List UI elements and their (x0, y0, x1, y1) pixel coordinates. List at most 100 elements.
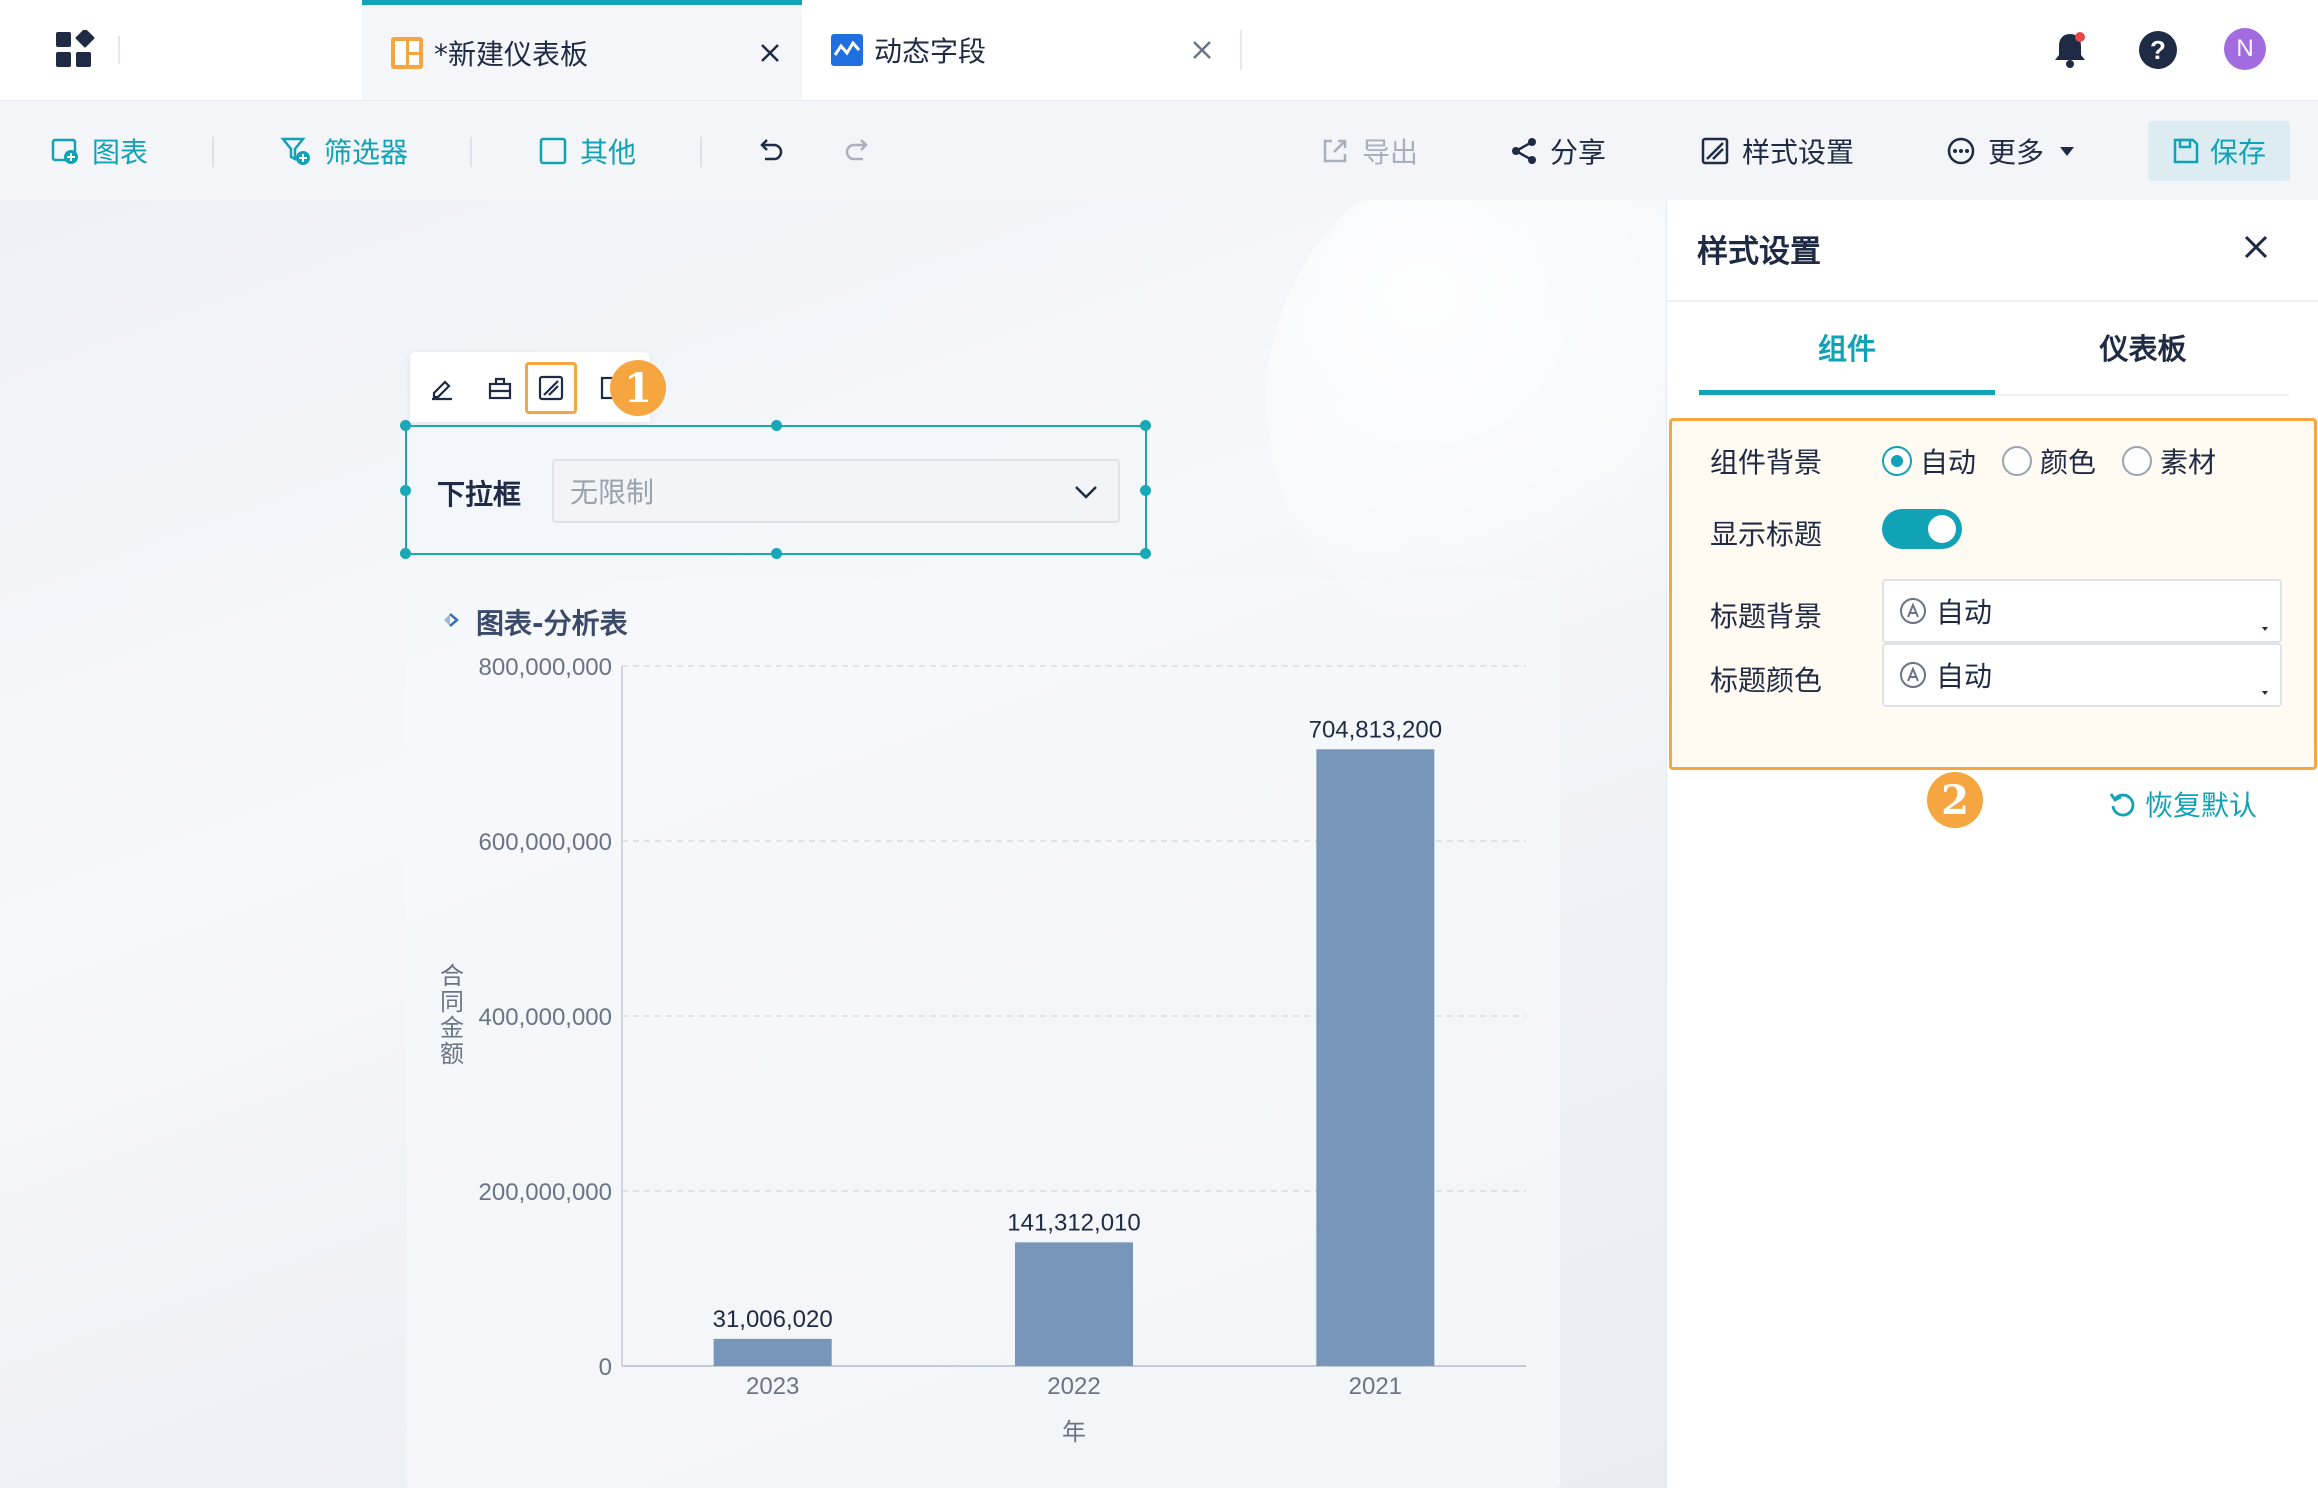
tab-label: *新建仪表板 (434, 37, 589, 71)
tab-dashboard[interactable]: 仪表板 (1995, 326, 2291, 368)
more-button[interactable]: 更多 (1946, 101, 2076, 201)
help-icon[interactable]: ? (2136, 28, 2180, 72)
dashboard-icon (391, 36, 423, 69)
x-axis-title: 年 (1062, 1418, 1086, 1446)
reset-default-button[interactable]: 恢复默认 (2107, 784, 2257, 824)
auto-icon (1900, 598, 1926, 624)
component-settings-group: 组件背景 自动 颜色 素材 显示标题 标题背景 自动 标题颜色 自动 (1669, 418, 2317, 770)
title-background-select[interactable]: 自动 (1882, 579, 2282, 643)
other-button[interactable]: 其他 (538, 101, 636, 201)
linkage-widget-button[interactable] (474, 362, 526, 414)
bar-value-label: 31,006,020 (713, 1306, 833, 1333)
tab-new-dashboard[interactable]: *新建仪表板 (362, 0, 802, 100)
select-value: 自动 (1936, 660, 1993, 693)
divider (1240, 30, 1242, 70)
background-radio-auto[interactable]: 自动 (1882, 441, 1976, 481)
link-icon (488, 377, 512, 400)
background-setting-label: 组件背景 (1710, 446, 1823, 479)
avatar[interactable]: N (2224, 28, 2266, 70)
divider (118, 36, 120, 64)
other-widget-icon (539, 137, 567, 165)
close-icon[interactable] (2239, 230, 2273, 264)
bar-value-label: 704,813,200 (1309, 716, 1442, 743)
filter-dropdown-value: 无限制 (570, 476, 655, 509)
radio-icon (2002, 446, 2032, 476)
bar (713, 1338, 832, 1366)
show-title-toggle[interactable] (1882, 509, 1962, 549)
active-tab-indicator (1699, 390, 1995, 395)
chart-button[interactable]: 图表 (50, 101, 148, 201)
resize-handle[interactable] (400, 485, 411, 496)
dashboard-canvas[interactable]: 1 下拉框 无限制 图表-分析表 0 200,000,000 400,000,000… (0, 200, 1666, 1488)
reset-default-label: 恢复默认 (2145, 789, 2258, 822)
y-tick-label: 800,000,000 (479, 654, 612, 681)
callout-badge-2: 2 (1927, 772, 1983, 828)
chevron-down-icon (1075, 486, 1097, 499)
reset-icon (2109, 793, 2135, 817)
style-icon (538, 375, 564, 401)
save-button[interactable]: 保存 (2148, 121, 2290, 181)
x-tick-label: 2021 (1349, 1373, 1402, 1400)
other-button-label: 其他 (580, 136, 637, 169)
y-axis-title: 合同金额 (440, 962, 464, 1068)
main-toolbar: 图表 筛选器 其他 导出 分享 样式设置 更多 保存 (0, 100, 2318, 200)
filter-dropdown[interactable]: 无限制 (552, 459, 1120, 523)
undo-icon[interactable] (754, 135, 786, 167)
resize-handle[interactable] (1140, 485, 1151, 496)
style-icon (1701, 137, 1729, 165)
more-icon (1947, 137, 1975, 165)
app-grid-icon[interactable] (54, 30, 98, 70)
redo-icon[interactable] (842, 135, 874, 167)
share-button-label: 分享 (1550, 136, 1607, 169)
export-button-label: 导出 (1362, 136, 1419, 169)
radio-label: 素材 (2160, 446, 2217, 479)
divider (470, 137, 472, 167)
filter-button[interactable]: 筛选器 (280, 101, 408, 201)
edit-widget-button[interactable] (416, 362, 468, 414)
line-chart-icon (831, 34, 863, 66)
add-filter-icon (280, 137, 310, 165)
radio-label: 颜色 (2040, 446, 2097, 479)
resize-handle[interactable] (400, 420, 411, 431)
radio-selected-icon (1882, 446, 1912, 476)
title-background-label: 标题背景 (1710, 600, 1823, 633)
background-radio-color[interactable]: 颜色 (2002, 441, 2096, 481)
tab-component[interactable]: 组件 (1699, 326, 1995, 368)
y-tick-label: 200,000,000 (479, 1179, 612, 1206)
radio-icon (2122, 446, 2152, 476)
resize-handle[interactable] (771, 548, 782, 559)
share-icon (1512, 138, 1536, 164)
y-tick-label: 0 (599, 1354, 612, 1381)
resize-handle[interactable] (400, 548, 411, 559)
background-radio-material[interactable]: 素材 (2122, 441, 2216, 481)
divider (212, 137, 214, 167)
add-chart-icon (51, 138, 78, 164)
widget-style-button[interactable] (525, 362, 577, 414)
save-icon (2173, 138, 2199, 164)
x-tick-label: 2023 (746, 1373, 799, 1400)
divider (700, 137, 702, 167)
chart-card[interactable]: 图表-分析表 0 200,000,000 400,000,000 600,000,00… (406, 580, 1560, 1488)
svg-text:?: ? (2150, 35, 2166, 65)
panel-title: 样式设置 (1697, 234, 1821, 270)
title-color-select[interactable]: 自动 (1882, 643, 2282, 707)
style-settings-button[interactable]: 样式设置 (1700, 101, 1854, 201)
dropdown-filter-widget[interactable]: 下拉框 无限制 (400, 420, 1151, 559)
resize-handle[interactable] (1140, 548, 1151, 559)
more-button-label: 更多 (1988, 136, 2045, 169)
close-icon[interactable] (1188, 36, 1216, 64)
bar (1015, 1242, 1133, 1366)
share-button[interactable]: 分享 (1510, 101, 1606, 201)
export-button[interactable]: 导出 (1320, 101, 1418, 201)
tab-dynamic-field[interactable]: 动态字段 (802, 0, 1242, 100)
resize-handle[interactable] (1140, 420, 1151, 431)
close-icon[interactable] (756, 39, 784, 67)
bar-value-label: 141,312,010 (1007, 1209, 1140, 1236)
filter-label: 下拉框 (437, 479, 522, 510)
y-tick-label: 600,000,000 (479, 829, 612, 856)
export-icon (1323, 139, 1347, 163)
bell-icon[interactable] (2048, 28, 2092, 72)
divider (1667, 300, 2318, 302)
resize-handle[interactable] (771, 420, 782, 431)
caret-down-icon (2262, 691, 2268, 695)
